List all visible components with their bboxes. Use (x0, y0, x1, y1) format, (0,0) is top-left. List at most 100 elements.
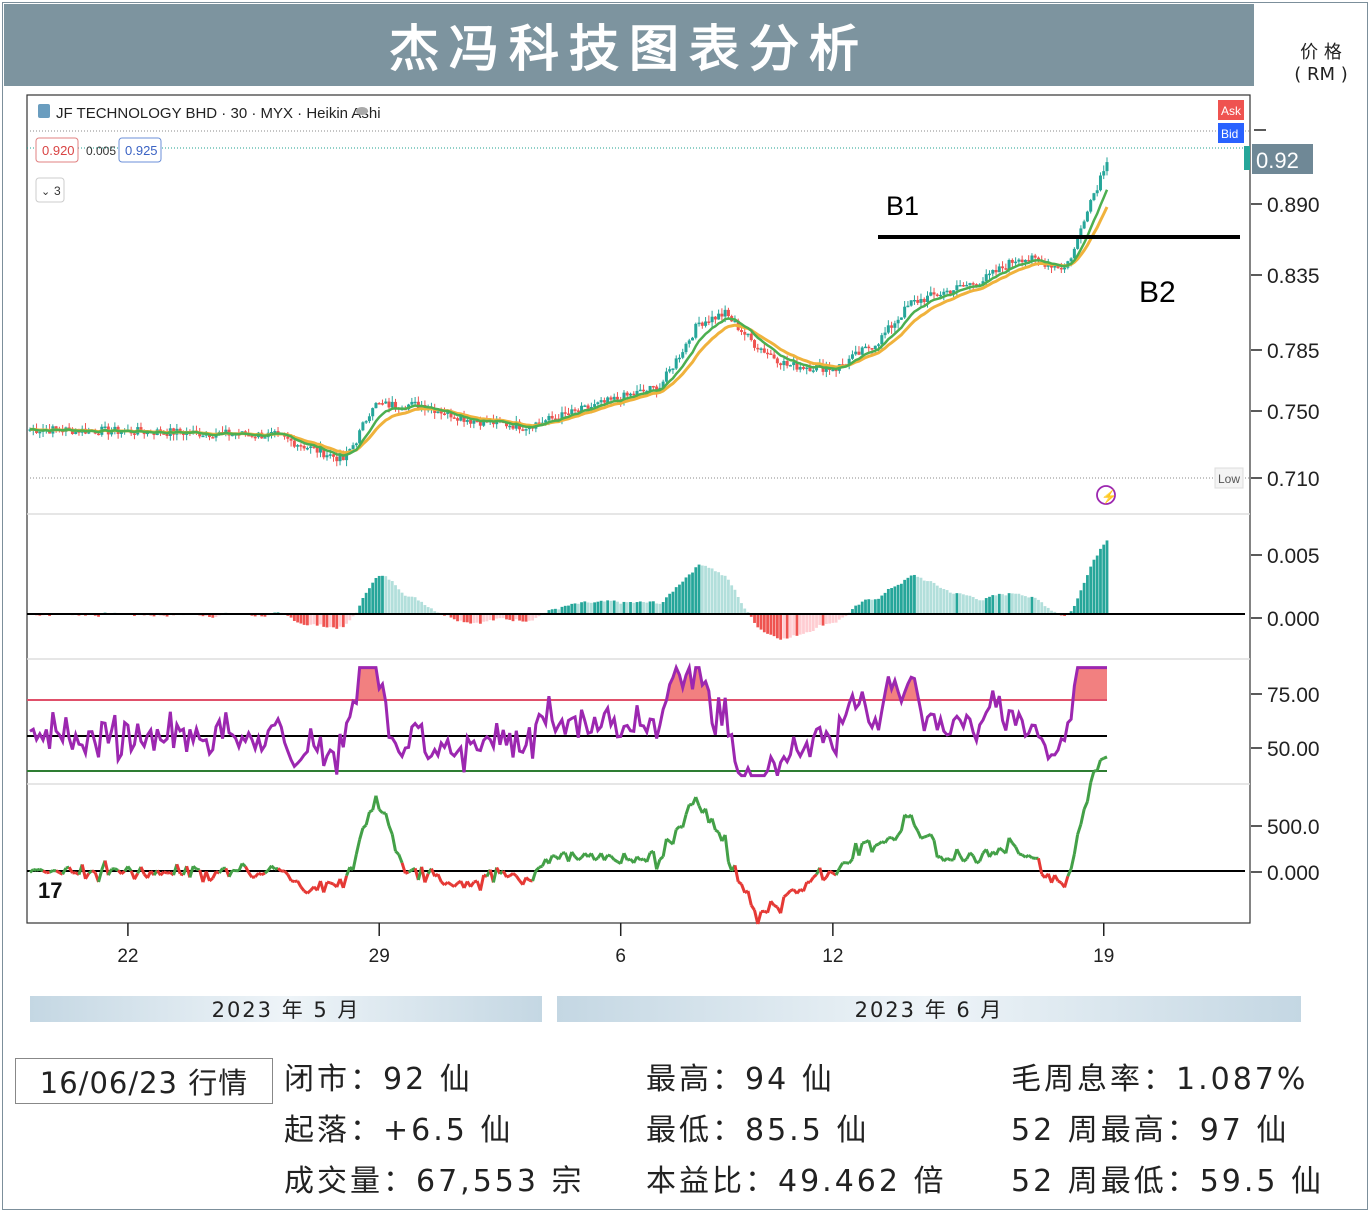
macd-bar (713, 571, 717, 614)
eye-toggle-icon[interactable] (356, 107, 368, 115)
candle-body (867, 346, 871, 349)
candle-body (302, 445, 306, 449)
macd-bar (893, 586, 897, 614)
candle-body (854, 351, 858, 355)
macd-bar (332, 614, 335, 628)
candle-body (798, 367, 802, 370)
cci-segment (91, 869, 97, 874)
candle-body (351, 445, 355, 450)
macd-bar (632, 602, 636, 614)
candle-body (759, 348, 763, 350)
date-label-box: 16/06/23 行情 (15, 1058, 273, 1104)
candle-body (1098, 175, 1102, 191)
macd-bar (939, 587, 942, 614)
candle-body (863, 346, 867, 349)
candle-body (782, 361, 786, 366)
ask-price: 0.925 (125, 143, 158, 158)
macd-bar (638, 601, 642, 614)
cci-segment (1093, 769, 1098, 773)
candle-body (364, 421, 368, 423)
stat-high: 最高：94 仙 (646, 1062, 835, 1097)
symbol-line: JF TECHNOLOGY BHD · 30 · MYX · Heikin As… (56, 105, 381, 122)
macd-bar (384, 576, 388, 614)
cci-segment (120, 870, 126, 876)
candle-body (955, 285, 959, 291)
candle-body (700, 322, 704, 326)
macd-bar (416, 600, 420, 614)
candle-body (524, 429, 528, 431)
candle-body (632, 393, 636, 396)
macd-bar (811, 614, 815, 632)
price-tick-label: 0.835 (1267, 265, 1320, 288)
candle-body (367, 416, 371, 422)
macd-bar (1089, 566, 1093, 614)
candle-body (886, 325, 890, 333)
candle-body (860, 347, 864, 355)
cci-segment (737, 880, 743, 886)
rsi-tick-label: 50.00 (1267, 738, 1320, 761)
macd-bar (560, 606, 564, 614)
candle-body (1095, 190, 1099, 194)
cci-segment (920, 835, 925, 840)
candle-body (723, 309, 727, 317)
candle-body (132, 433, 136, 435)
macd-bar (397, 589, 401, 614)
bolt-glyph: ⚡ (1101, 489, 1117, 505)
macd-bar (883, 592, 887, 614)
cci-segment (1099, 756, 1105, 762)
candle-body (394, 401, 398, 408)
candle-body (583, 405, 587, 407)
price-tick-label: 0.750 (1267, 401, 1320, 424)
candle-body (929, 292, 933, 296)
macd-bar (753, 614, 756, 623)
macd-bar (309, 614, 313, 625)
macd-bar (945, 590, 949, 614)
cci-segment (329, 881, 335, 886)
candle-body (939, 294, 943, 297)
cci-segment (861, 840, 866, 845)
x-tick-label: 22 (117, 946, 138, 967)
cci-segment (923, 834, 929, 839)
candle-body (38, 431, 42, 434)
candle-body (292, 440, 296, 447)
macd-bar (857, 604, 861, 614)
macd-bar (681, 581, 685, 614)
candle-body (988, 273, 992, 276)
candle-body (335, 456, 339, 462)
cci-segment (111, 867, 116, 871)
macd-bar (563, 605, 567, 614)
macd-bar (932, 582, 936, 614)
candle-body (775, 358, 779, 364)
cci-segment (261, 871, 266, 876)
macd-bar (410, 596, 414, 614)
cci-segment (1057, 879, 1063, 885)
macd-bar (991, 595, 995, 614)
candle-body (811, 370, 815, 372)
macd-bar (720, 575, 724, 614)
cci-segment (196, 867, 201, 872)
macd-bar (1014, 593, 1018, 614)
macd-bar (916, 576, 920, 614)
rsi-tick-label: 75.00 (1267, 684, 1320, 707)
macd-bar (1092, 559, 1096, 614)
macd-bar (1105, 540, 1109, 614)
candle-body (567, 413, 570, 416)
b1-label: B1 (886, 191, 919, 221)
candle-body (609, 397, 613, 400)
macd-tick-label: 0.000 (1267, 608, 1320, 631)
macd-bar (727, 579, 730, 614)
candle-body (893, 323, 897, 328)
macd-bar (394, 585, 397, 614)
macd-bar (312, 614, 316, 625)
candle-body (1001, 266, 1005, 269)
candle-body (1089, 200, 1093, 212)
candle-body (850, 354, 854, 359)
cci-segment (404, 870, 410, 875)
candle-body (273, 431, 277, 433)
candle-body (942, 291, 946, 295)
macd-tick-label: 0.005 (1267, 545, 1320, 568)
candle-body (361, 422, 365, 431)
candle-body (890, 325, 894, 328)
macd-bar (870, 599, 874, 614)
macd-bar (792, 614, 796, 636)
